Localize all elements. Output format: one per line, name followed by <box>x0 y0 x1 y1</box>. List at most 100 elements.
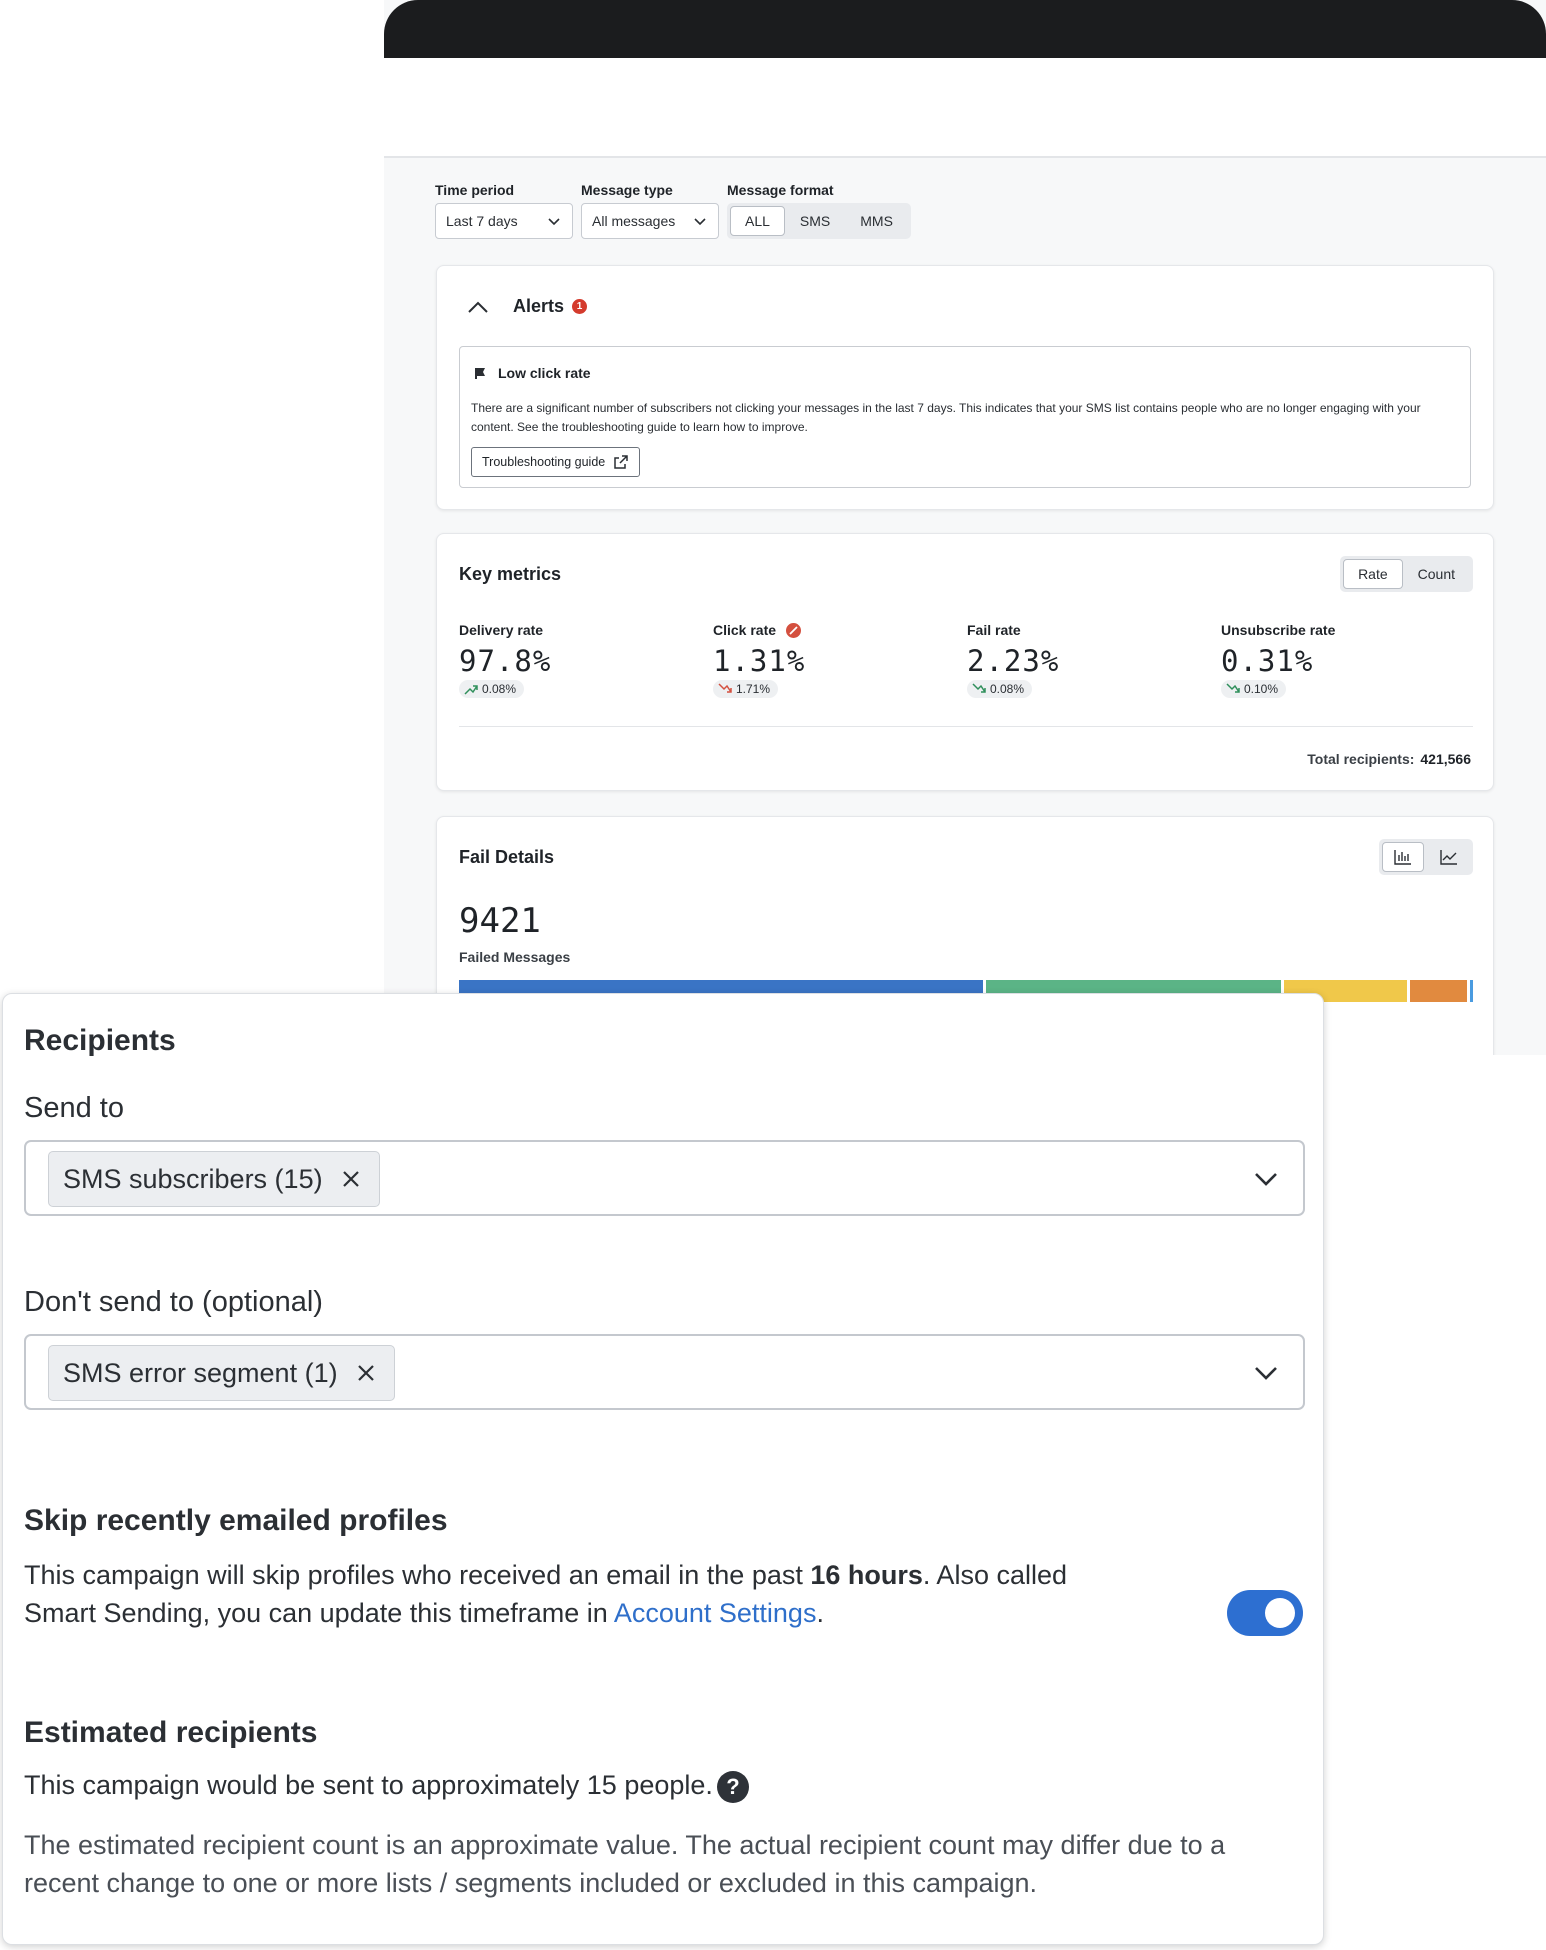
count-option[interactable]: Count <box>1403 559 1470 589</box>
alerts-title-wrap: Alerts 1 <box>513 296 588 317</box>
time-period-value: Last 7 days <box>446 213 518 229</box>
chart-view-toggle <box>1379 839 1473 875</box>
estimated-note-line-2: recent change to one or more lists / seg… <box>24 1868 1038 1898</box>
estimated-recipients-title: Estimated recipients <box>24 1716 318 1749</box>
failed-messages-count: 9421 <box>459 901 541 941</box>
failed-messages-label: Failed Messages <box>459 949 571 965</box>
chevron-down-icon[interactable] <box>1251 1164 1281 1194</box>
estimated-recipients-text: This campaign would be sent to approxima… <box>24 1770 713 1800</box>
divider <box>459 726 1473 727</box>
estimated-recipients-note: The estimated recipient count is an appr… <box>24 1826 1225 1902</box>
bar-chart-view-button[interactable] <box>1382 842 1424 872</box>
smart-sending-text-1: This campaign will skip profiles who rec… <box>24 1560 811 1590</box>
total-recipients: Total recipients: 421,566 <box>1307 751 1471 767</box>
alert-item: Low click rate There are a significant n… <box>459 346 1471 488</box>
key-metrics-card: Key metrics Rate Count Delivery rate 97.… <box>436 533 1494 791</box>
alert-item-title: Low click rate <box>498 365 591 381</box>
key-metrics-title: Key metrics <box>459 564 562 584</box>
alerts-header[interactable]: Alerts 1 <box>467 296 588 317</box>
alert-item-text: There are a significant number of subscr… <box>471 401 1421 434</box>
total-recipients-label: Total recipients: <box>1307 751 1415 767</box>
estimated-recipients-text-row: This campaign would be sent to approxima… <box>24 1766 749 1804</box>
rate-count-toggle: Rate Count <box>1340 556 1473 592</box>
dont-send-to-select[interactable]: SMS error segment (1) <box>24 1334 1305 1410</box>
flag-icon <box>475 368 485 379</box>
warning-icon <box>786 622 802 638</box>
metric-change: 0.10% <box>1244 682 1279 696</box>
smart-sending-toggle[interactable] <box>1227 1590 1303 1636</box>
rate-option[interactable]: Rate <box>1343 559 1403 589</box>
total-recipients-value: 421,566 <box>1420 751 1471 767</box>
message-type-label: Message type <box>581 182 673 198</box>
message-format-filter: Message format ALL SMS MMS <box>727 182 911 239</box>
alert-item-header: Low click rate <box>474 365 591 381</box>
alerts-title: Alerts <box>513 296 565 316</box>
line-chart-view-button[interactable] <box>1428 842 1470 872</box>
format-option-sms[interactable]: SMS <box>785 206 845 236</box>
help-icon[interactable]: ? <box>716 1770 749 1803</box>
metric-change: 0.08% <box>990 682 1025 696</box>
dont-send-to-chip: SMS error segment (1) <box>48 1345 395 1401</box>
close-icon[interactable] <box>356 1363 376 1383</box>
message-type-filter: Message type All messages <box>581 182 719 239</box>
troubleshooting-guide-button[interactable]: Troubleshooting guide <box>471 447 641 477</box>
metric-change: 1.71% <box>736 682 771 696</box>
message-format-toggle: ALL SMS MMS <box>727 203 911 239</box>
alerts-card: Alerts 1 Low click rate There are a sign… <box>436 265 1494 510</box>
top-bar <box>384 0 1546 58</box>
fail-bar-segment <box>1410 980 1467 1002</box>
metric-label: Click rate <box>713 622 777 638</box>
metric-value: 2.23% <box>967 644 1060 678</box>
format-option-mms[interactable]: MMS <box>845 206 908 236</box>
chip-label: SMS error segment (1) <box>63 1357 338 1388</box>
time-period-filter: Time period Last 7 days <box>435 182 573 239</box>
smart-sending-hours: 16 hours <box>810 1560 923 1590</box>
trend-down-icon <box>972 683 986 693</box>
metric-label-row: Click rate <box>713 622 933 638</box>
message-type-select[interactable]: All messages <box>581 203 719 239</box>
trend-up-icon <box>464 685 478 695</box>
trend-down-icon <box>1226 683 1240 693</box>
bar-chart-icon <box>1394 850 1411 865</box>
chevron-down-icon[interactable] <box>1251 1358 1281 1388</box>
metric-change-badge: 0.08% <box>967 680 1033 698</box>
metric-value: 0.31% <box>1221 644 1314 678</box>
trend-down-icon <box>718 683 732 693</box>
dont-send-to-label: Don't send to (optional) <box>24 1286 323 1318</box>
recipients-title: Recipients <box>24 1024 176 1057</box>
metric-change-badge: 0.08% <box>459 680 525 698</box>
chevron-up-icon[interactable] <box>467 300 489 314</box>
metric-label: Delivery rate <box>459 622 544 638</box>
metric-value: 97.8% <box>459 644 552 678</box>
metric-unsubscribe-rate: Unsubscribe rate 0.31% 0.10% <box>1221 622 1441 700</box>
chevron-down-icon <box>694 218 706 226</box>
chip-label: SMS subscribers (15) <box>63 1163 323 1194</box>
toggle-knob <box>1265 1598 1295 1628</box>
fail-details-title: Fail Details <box>459 847 555 867</box>
format-option-all[interactable]: ALL <box>730 206 785 236</box>
metric-label: Unsubscribe rate <box>1221 622 1336 638</box>
metric-value: 1.31% <box>713 644 806 678</box>
close-icon[interactable] <box>341 1169 361 1189</box>
fail-bar-segment <box>1470 980 1473 1002</box>
alerts-count-badge: 1 <box>572 299 588 314</box>
send-to-select[interactable]: SMS subscribers (15) <box>24 1140 1305 1216</box>
line-chart-icon <box>1440 850 1457 865</box>
message-format-label: Message format <box>727 182 834 198</box>
metric-change-badge: 0.10% <box>1221 680 1287 698</box>
troubleshooting-guide-label: Troubleshooting guide <box>482 455 606 469</box>
metric-click-rate: Click rate 1.31% 1.71% <box>713 622 933 700</box>
smart-sending-description: This campaign will skip profiles who rec… <box>24 1556 1174 1632</box>
header-area <box>384 58 1546 158</box>
metric-delivery-rate: Delivery rate 97.8% 0.08% <box>459 622 679 700</box>
send-to-label: Send to <box>24 1092 124 1124</box>
metric-label: Fail rate <box>967 622 1021 638</box>
metric-fail-rate: Fail rate 2.23% 0.08% <box>967 622 1187 700</box>
chevron-down-icon <box>548 218 560 226</box>
time-period-label: Time period <box>435 182 515 198</box>
message-type-value: All messages <box>592 213 676 229</box>
smart-sending-text-4: . <box>816 1598 824 1628</box>
time-period-select[interactable]: Last 7 days <box>435 203 573 239</box>
account-settings-link[interactable]: Account Settings <box>614 1598 817 1628</box>
estimated-note-line-1: The estimated recipient count is an appr… <box>24 1830 1226 1860</box>
